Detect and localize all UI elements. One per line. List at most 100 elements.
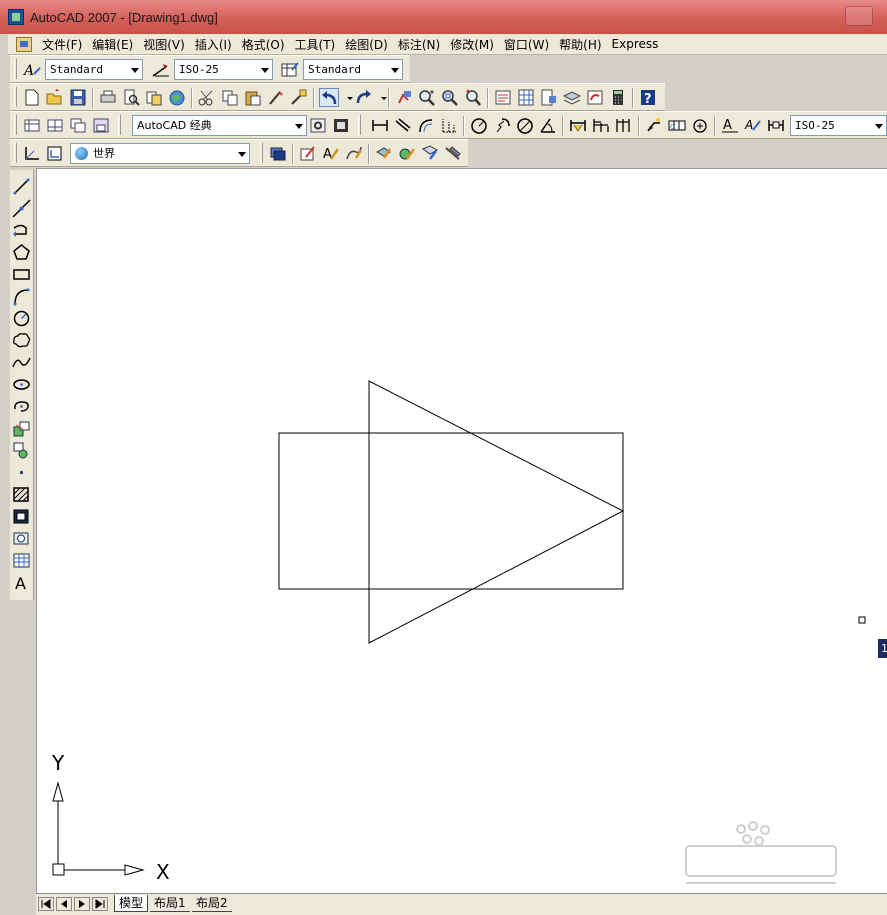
radius-dimension-icon[interactable] — [469, 116, 489, 135]
diameter-dimension-icon[interactable] — [515, 116, 535, 135]
construction-line-icon[interactable] — [11, 198, 32, 219]
match-properties-icon[interactable] — [266, 88, 286, 107]
dimension-update-icon[interactable] — [766, 116, 786, 135]
workspace-settings-icon[interactable] — [22, 116, 42, 135]
sheet-set-icon[interactable] — [562, 88, 582, 107]
tab-layout2[interactable]: 布局2 — [192, 895, 232, 912]
drawn-rectangle[interactable] — [278, 432, 624, 590]
workspace-toggle-icon[interactable] — [331, 116, 351, 135]
dimension-style-select-right[interactable]: ISO-25 — [790, 115, 887, 136]
zoom-window-icon[interactable] — [440, 88, 460, 107]
menu-insert[interactable]: 插入(I) — [191, 36, 238, 53]
toolbar-grip[interactable] — [14, 115, 17, 135]
last-tab-button[interactable] — [92, 897, 108, 911]
markup-icon[interactable] — [585, 88, 605, 107]
region-icon[interactable] — [11, 528, 32, 549]
table-icon[interactable] — [11, 550, 32, 571]
attach-xref-icon[interactable] — [374, 144, 394, 163]
drawing-canvas[interactable]: Y X 1 — [36, 168, 887, 893]
menu-draw[interactable]: 绘图(D) — [341, 36, 394, 53]
rectangle-icon[interactable] — [11, 264, 32, 285]
quick-leader-icon[interactable] — [644, 116, 664, 135]
menu-help[interactable]: 帮助(H) — [555, 36, 607, 53]
clip-xref-icon[interactable] — [397, 144, 417, 163]
tab-layout1[interactable]: 布局1 — [150, 895, 190, 912]
autocad-app-icon[interactable] — [8, 9, 24, 25]
web-icon[interactable] — [167, 88, 187, 107]
spline-icon[interactable] — [11, 352, 32, 373]
menu-modify[interactable]: 修改(M) — [446, 36, 500, 53]
menu-format[interactable]: 格式(O) — [238, 36, 291, 53]
menu-file[interactable]: 文件(F) — [38, 36, 88, 53]
dimension-text-edit-icon[interactable]: A — [743, 116, 763, 135]
workspace-gear-icon[interactable] — [308, 116, 328, 135]
design-center-icon[interactable] — [516, 88, 536, 107]
aligned-dimension-icon[interactable] — [393, 116, 413, 135]
document-icon[interactable] — [16, 36, 32, 52]
menu-view[interactable]: 视图(V) — [139, 36, 191, 53]
ellipse-arc-icon[interactable] — [11, 396, 32, 417]
line-icon[interactable] — [11, 176, 32, 197]
pan-icon[interactable] — [394, 88, 414, 107]
workspace-windows-icon[interactable] — [68, 116, 88, 135]
title-bar[interactable]: AutoCAD 2007 - [Drawing1.dwg] — [0, 0, 887, 34]
menu-tools[interactable]: 工具(T) — [291, 36, 342, 53]
ucs-icon-button[interactable] — [22, 144, 42, 163]
cut-icon[interactable] — [197, 88, 217, 107]
save-icon[interactable] — [68, 88, 88, 107]
block-editor-icon[interactable] — [289, 88, 309, 107]
paste-icon[interactable] — [243, 88, 263, 107]
center-mark-icon[interactable] — [690, 116, 710, 135]
baseline-dimension-icon[interactable] — [591, 116, 611, 135]
layer-icon[interactable] — [268, 144, 288, 163]
text-style-select[interactable]: Standard — [45, 59, 143, 80]
hatch-icon[interactable] — [11, 484, 32, 505]
properties-icon[interactable] — [493, 88, 513, 107]
edit-text-icon[interactable]: A — [321, 144, 341, 163]
arc-icon[interactable] — [11, 286, 32, 307]
polyline-icon[interactable] — [11, 220, 32, 241]
toolbar-grip[interactable] — [14, 143, 17, 163]
print-icon[interactable] — [98, 88, 118, 107]
toolbar-grip[interactable] — [260, 143, 263, 163]
reference-close-icon[interactable] — [443, 144, 463, 163]
redo-dropdown-icon[interactable] — [374, 88, 387, 107]
menu-express[interactable]: Express — [608, 37, 665, 51]
table-style-icon[interactable] — [280, 60, 300, 79]
multiline-text-icon[interactable]: A — [11, 572, 32, 593]
undo-icon[interactable] — [319, 88, 339, 107]
ellipse-icon[interactable] — [11, 374, 32, 395]
dimension-style-select[interactable]: ISO-25 — [174, 59, 273, 80]
polygon-icon[interactable] — [11, 242, 32, 263]
workspace-save-icon[interactable] — [91, 116, 111, 135]
drawn-triangle[interactable] — [368, 380, 625, 644]
continue-dimension-icon[interactable] — [614, 116, 634, 135]
toolbar-grip[interactable] — [14, 87, 17, 107]
menu-dimension[interactable]: 标注(N) — [394, 36, 446, 53]
revision-cloud-icon[interactable] — [11, 330, 32, 351]
print-preview-icon[interactable] — [121, 88, 141, 107]
insert-block-icon[interactable] — [11, 418, 32, 439]
workspace-select[interactable]: AutoCAD 经典 — [132, 115, 307, 136]
point-icon[interactable] — [11, 462, 32, 483]
tool-palettes-icon[interactable] — [539, 88, 559, 107]
minimize-button[interactable] — [845, 6, 873, 26]
circle-icon[interactable] — [11, 308, 32, 329]
find-replace-icon[interactable] — [344, 144, 364, 163]
tab-model[interactable]: 模型 — [114, 895, 149, 912]
toolbar-grip[interactable] — [358, 115, 361, 135]
angular-dimension-icon[interactable] — [538, 116, 558, 135]
menu-edit[interactable]: 编辑(E) — [88, 36, 139, 53]
text-field-icon[interactable] — [298, 144, 318, 163]
undo-dropdown-icon[interactable] — [340, 88, 353, 107]
arc-length-icon[interactable] — [416, 116, 436, 135]
publish-icon[interactable] — [144, 88, 164, 107]
new-icon[interactable] — [22, 88, 42, 107]
drawing-area[interactable]: Y X — [37, 169, 887, 893]
ucs-named-icon[interactable] — [45, 144, 65, 163]
tolerance-icon[interactable]: 0 — [667, 116, 687, 135]
jogged-dimension-icon[interactable] — [492, 116, 512, 135]
menu-window[interactable]: 窗口(W) — [500, 36, 555, 53]
linear-dimension-icon[interactable] — [370, 116, 390, 135]
make-block-icon[interactable] — [11, 440, 32, 461]
